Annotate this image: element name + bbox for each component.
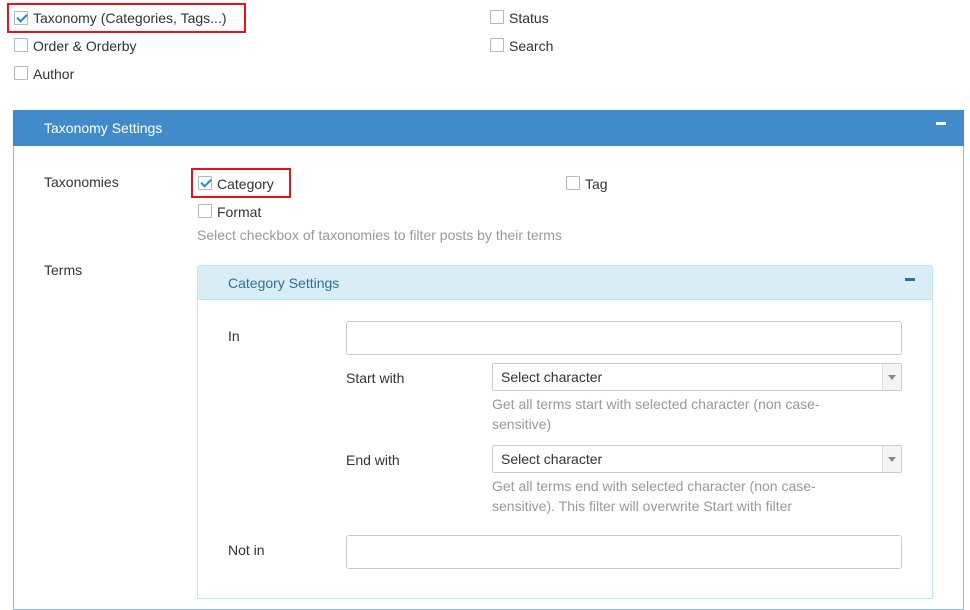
tag-label[interactable]: Tag (585, 176, 608, 192)
end-with-help-line2: sensitive). This filter will overwrite S… (492, 498, 793, 514)
tag-checkbox[interactable] (566, 176, 580, 190)
start-with-help-line1: Get all terms start with selected charac… (492, 396, 820, 412)
format-checkbox[interactable] (198, 204, 212, 218)
end-with-help-line1: Get all terms end with selected characte… (492, 478, 816, 494)
status-checkbox[interactable] (490, 10, 504, 24)
in-input[interactable] (346, 321, 902, 355)
category-settings-header[interactable]: Category Settings (198, 266, 932, 300)
not-in-label: Not in (228, 542, 265, 558)
author-label[interactable]: Author (33, 66, 74, 82)
search-checkbox[interactable] (490, 38, 504, 52)
end-with-value: Select character (501, 451, 603, 467)
order-orderby-checkbox[interactable] (14, 38, 28, 52)
start-with-help-line2: sensitive) (492, 416, 552, 432)
chevron-down-icon[interactable] (882, 364, 901, 390)
category-checkbox[interactable] (198, 176, 212, 190)
taxonomies-help-text: Select checkbox of taxonomies to filter … (197, 227, 562, 243)
order-orderby-label[interactable]: Order & Orderby (33, 38, 136, 54)
taxonomy-settings-title: Taxonomy Settings (44, 120, 163, 136)
start-with-label: Start with (346, 370, 405, 386)
taxonomy-settings-header[interactable]: Taxonomy Settings (13, 110, 964, 146)
taxonomies-label: Taxonomies (44, 174, 119, 190)
chevron-down-icon[interactable] (882, 446, 901, 472)
terms-label: Terms (44, 262, 83, 278)
search-label[interactable]: Search (509, 38, 553, 54)
taxonomy-label[interactable]: Taxonomy (Categories, Tags...) (33, 10, 227, 26)
minus-icon[interactable] (936, 122, 946, 125)
taxonomy-checkbox[interactable] (14, 11, 28, 25)
end-with-select[interactable]: Select character (492, 445, 902, 473)
category-label[interactable]: Category (217, 176, 274, 192)
author-checkbox[interactable] (14, 66, 28, 80)
not-in-input[interactable] (346, 535, 902, 569)
start-with-value: Select character (501, 369, 603, 385)
in-label: In (228, 328, 240, 344)
category-settings-title: Category Settings (228, 275, 340, 291)
format-label[interactable]: Format (217, 204, 261, 220)
start-with-select[interactable]: Select character (492, 363, 902, 391)
end-with-label: End with (346, 452, 400, 468)
status-label[interactable]: Status (509, 10, 549, 26)
minus-icon[interactable] (905, 278, 915, 281)
